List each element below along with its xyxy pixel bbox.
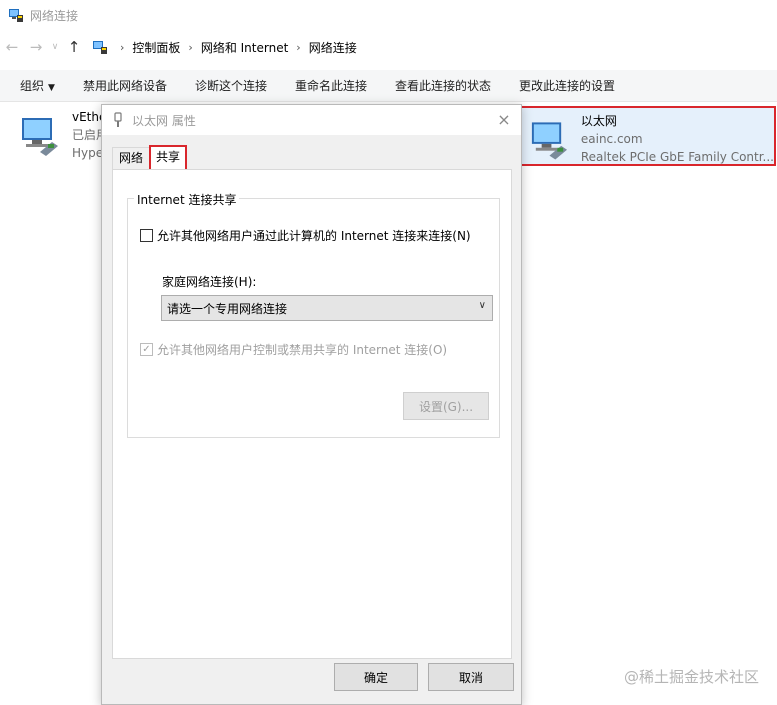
- settings-button[interactable]: 设置(G)...: [403, 392, 489, 420]
- checkbox-box: [140, 229, 153, 242]
- view-status-button[interactable]: 查看此连接的状态: [381, 77, 505, 94]
- network-connections-icon: [9, 9, 23, 22]
- rename-connection-button[interactable]: 重命名此连接: [281, 77, 381, 94]
- breadcrumb[interactable]: › 控制面板 › 网络和 Internet › 网络连接: [92, 34, 777, 60]
- network-adapter-icon: [531, 122, 568, 160]
- change-settings-button[interactable]: 更改此连接的设置: [505, 77, 629, 94]
- ethernet-properties-dialog: 以太网 属性 × 网络 共享 Internet 连接共享 允许其他网络用户通过此…: [101, 104, 522, 705]
- tab-sharing[interactable]: 共享: [149, 145, 188, 169]
- ok-button[interactable]: 确定: [334, 663, 418, 691]
- close-icon[interactable]: ×: [495, 111, 513, 129]
- breadcrumb-separator-icon: ›: [296, 40, 301, 54]
- check-icon: ✓: [140, 343, 153, 356]
- home-network-select[interactable]: 请选一个专用网络连接 ∨: [161, 295, 493, 321]
- diagnose-connection-button[interactable]: 诊断这个连接: [181, 77, 281, 94]
- up-arrow-icon[interactable]: ↑: [62, 35, 86, 59]
- control-panel-icon: [93, 41, 107, 54]
- breadcrumb-network-connections[interactable]: 网络连接: [309, 39, 357, 56]
- address-bar: ← → ∨ ↑ › 控制面板 › 网络和 Internet › 网络连接: [0, 32, 777, 62]
- connection-item-ethernet[interactable]: 以太网 eainc.com Realtek PCIe GbE Family Co…: [520, 106, 776, 166]
- breadcrumb-network-internet[interactable]: 网络和 Internet: [201, 39, 288, 56]
- tab-networking[interactable]: 网络: [112, 147, 151, 169]
- organize-menu[interactable]: 组织 ▼: [0, 77, 69, 94]
- back-arrow-icon[interactable]: ←: [0, 35, 24, 59]
- allow-control-checkbox[interactable]: ✓ 允许其他网络用户控制或禁用共享的 Internet 连接(O): [140, 341, 447, 358]
- dropdown-caret-icon: ▼: [48, 83, 55, 93]
- allow-share-checkbox[interactable]: 允许其他网络用户通过此计算机的 Internet 连接来连接(N): [140, 227, 471, 244]
- recent-locations-chevron-icon[interactable]: ∨: [48, 35, 62, 59]
- chevron-down-icon: ∨: [478, 300, 486, 311]
- watermark-text: @稀土掘金技术社区: [623, 668, 759, 686]
- dialog-title: 以太网 属性: [132, 113, 196, 128]
- sharing-tab-panel: Internet 连接共享 允许其他网络用户通过此计算机的 Internet 连…: [112, 169, 512, 659]
- allow-control-label: 允许其他网络用户控制或禁用共享的 Internet 连接(O): [157, 343, 448, 357]
- breadcrumb-separator-icon: ›: [120, 40, 125, 54]
- command-bar: 组织 ▼ 禁用此网络设备 诊断这个连接 重命名此连接 查看此连接的状态 更改此连接…: [0, 70, 777, 102]
- organize-label: 组织: [20, 79, 45, 93]
- network-plug-icon: [114, 112, 122, 127]
- connection-name: 以太网: [580, 114, 617, 128]
- dialog-titlebar[interactable]: 以太网 属性 ×: [102, 105, 521, 135]
- forward-arrow-icon[interactable]: →: [24, 35, 48, 59]
- network-adapter-icon: [22, 118, 58, 156]
- breadcrumb-separator-icon: ›: [188, 40, 193, 54]
- window-title: 网络连接: [30, 8, 79, 23]
- breadcrumb-control-panel[interactable]: 控制面板: [132, 39, 180, 56]
- tab-strip: 网络 共享: [112, 145, 188, 169]
- group-title: Internet 连接共享: [134, 191, 240, 208]
- home-network-value: 请选一个专用网络连接: [167, 301, 288, 316]
- allow-share-label: 允许其他网络用户通过此计算机的 Internet 连接来连接(N): [157, 229, 471, 243]
- connection-device: Realtek PCIe GbE Family Contr...: [580, 150, 774, 164]
- disable-device-button[interactable]: 禁用此网络设备: [69, 77, 181, 94]
- window-titlebar: 网络连接: [0, 0, 777, 30]
- cancel-button[interactable]: 取消: [428, 663, 514, 691]
- ics-groupbox: Internet 连接共享 允许其他网络用户通过此计算机的 Internet 连…: [127, 191, 500, 438]
- home-network-label: 家庭网络连接(H):: [162, 275, 257, 289]
- connection-status: eainc.com: [580, 132, 643, 146]
